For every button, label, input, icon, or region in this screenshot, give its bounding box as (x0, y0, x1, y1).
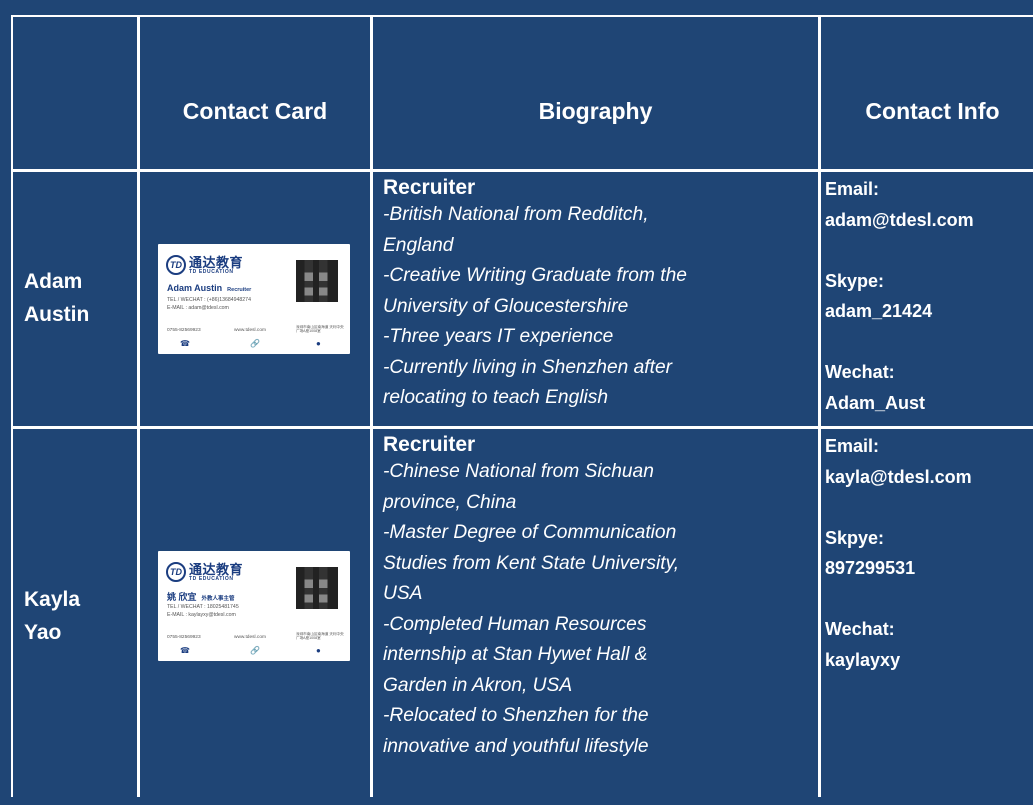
biography-cell: Recruiter -British National from Redditc… (373, 172, 818, 426)
td-logo-icon: TD (166, 255, 186, 275)
bio-line: relocating to teach English (383, 387, 609, 408)
brand-name-cn: 通达教育 (189, 561, 244, 577)
bio-line: -Creative Writing Graduate from the (383, 265, 687, 286)
contact-info-cell: Email: adam@tdesl.com Skype: adam_21424 … (821, 172, 1033, 426)
brand-logo: TD 通达教育 TD EDUCATION (166, 562, 243, 582)
business-card-image: TD 通达教育 TD EDUCATION Adam Austin Recruite… (158, 244, 350, 354)
card-address: 深圳市南山区南海道 天利中央广场A座1008室 (296, 325, 344, 334)
skype-label: Skype: (825, 270, 885, 291)
card-tel: TEL / WECHAT : (+86)13684948274 (167, 297, 251, 303)
bio-line: -Chinese National from Sichuan (383, 461, 654, 482)
brand-logo: TD 通达教育 TD EDUCATION (166, 255, 243, 275)
bio-line: Garden in Akron, USA (383, 674, 573, 696)
card-website: www.tdesl.com (234, 635, 266, 640)
card-person-role: Recruiter (227, 287, 252, 293)
card-person-name: Adam Austin Recruiter (167, 283, 252, 293)
bio-line: Studies from Kent State University, (383, 552, 680, 574)
bio-line: -Completed Human Resources (383, 613, 647, 635)
card-person-role: 外教人事主管 (201, 596, 235, 602)
person-last-name: Austin (24, 303, 90, 326)
person-name-cell: Adam Austin (13, 172, 137, 426)
bio-role: Recruiter (383, 176, 476, 199)
bio-line: England (383, 234, 454, 256)
bio-line: USA (383, 583, 423, 604)
contact-info-cell: Email: kayla@tdesl.com Skpye: 897299531 … (821, 429, 1033, 805)
biography-cell: Recruiter -Chinese National from Sichuan… (373, 429, 818, 805)
card-email: E-MAIL : adam@tdesl.com (167, 305, 229, 311)
wechat-value: Adam_Aust (825, 392, 926, 413)
card-email: E-MAIL : kaylayxy@tdesl.com (167, 612, 236, 618)
bio-role: Recruiter (383, 433, 476, 456)
phone-icon: ☎ (180, 646, 190, 655)
td-logo-icon: TD (166, 562, 186, 582)
business-card-image: TD 通达教育 TD EDUCATION 姚 欣宜 外教人事主管 TEL / WE… (158, 551, 350, 661)
qr-code-icon (296, 260, 338, 302)
contact-card-cell: TD 通达教育 TD EDUCATION 姚 欣宜 外教人事主管 TEL / WE… (140, 429, 370, 805)
header-contact-card-label: Contact Card (182, 98, 328, 124)
brand-name-cn: 通达教育 (189, 254, 244, 270)
wechat-value: kaylayxy (825, 649, 901, 670)
bio-line: -Master Degree of Communication (383, 522, 677, 543)
qr-code-icon (296, 567, 338, 609)
card-person-name: 姚 欣宜 外教人事主管 (167, 592, 235, 602)
bio-line: internship at Stan Hywet Hall & (383, 644, 648, 665)
bio-line: -Relocated to Shenzhen for the (383, 705, 649, 726)
person-first-name: Kayla (24, 588, 81, 612)
person-name-cell: Kayla Yao (13, 429, 137, 805)
wechat-label: Wechat: (825, 362, 895, 382)
skype-value: adam_21424 (825, 301, 933, 321)
bio-line: -Three years IT experience (383, 326, 614, 347)
card-tel: TEL / WECHAT : 18025481745 (167, 604, 239, 610)
brand-name-en: TD EDUCATION (189, 268, 234, 275)
bio-line: -British National from Redditch, (383, 204, 649, 225)
card-address: 深圳市南山区南海道 天利中央广场A座1008室 (296, 632, 344, 641)
email-value[interactable]: kayla@tdesl.com (825, 462, 1033, 493)
link-icon: 🔗 (250, 339, 260, 348)
location-pin-icon: ● (316, 646, 321, 655)
staff-table: Contact Card Biography Contact Info Adam… (11, 15, 1033, 805)
email-label: Email: (825, 179, 880, 199)
person-last-name: Yao (24, 621, 62, 644)
phone-icon: ☎ (180, 339, 190, 348)
card-phone: 0755-82569923 (167, 635, 201, 640)
card-website: www.tdesl.com (234, 328, 266, 333)
bio-line: province, China (383, 491, 517, 513)
header-contact-info-label: Contact Info (865, 98, 1000, 124)
header-contact-card: Contact Card (140, 17, 370, 169)
contact-card-cell: TD 通达教育 TD EDUCATION Adam Austin Recruite… (140, 172, 370, 426)
header-contact-info: Contact Info (821, 17, 1033, 169)
wechat-label: Wechat: (825, 619, 895, 639)
bio-line: -Currently living in Shenzhen after (383, 356, 673, 378)
card-phone: 0755-82569923 (167, 328, 201, 333)
location-pin-icon: ● (316, 339, 321, 348)
email-value[interactable]: adam@tdesl.com (825, 205, 1033, 236)
bio-line: University of Gloucestershire (383, 295, 629, 317)
email-label: Email: (825, 436, 880, 456)
skype-label: Skpye: (825, 527, 885, 548)
skype-value: 897299531 (825, 558, 916, 578)
person-first-name: Adam (24, 270, 83, 294)
header-biography-label: Biography (538, 98, 653, 124)
header-biography: Biography (373, 17, 818, 169)
brand-name-en: TD EDUCATION (189, 575, 234, 582)
link-icon: 🔗 (250, 646, 260, 655)
bio-line: innovative and youthful lifestyle (383, 735, 649, 757)
header-name (13, 17, 137, 169)
